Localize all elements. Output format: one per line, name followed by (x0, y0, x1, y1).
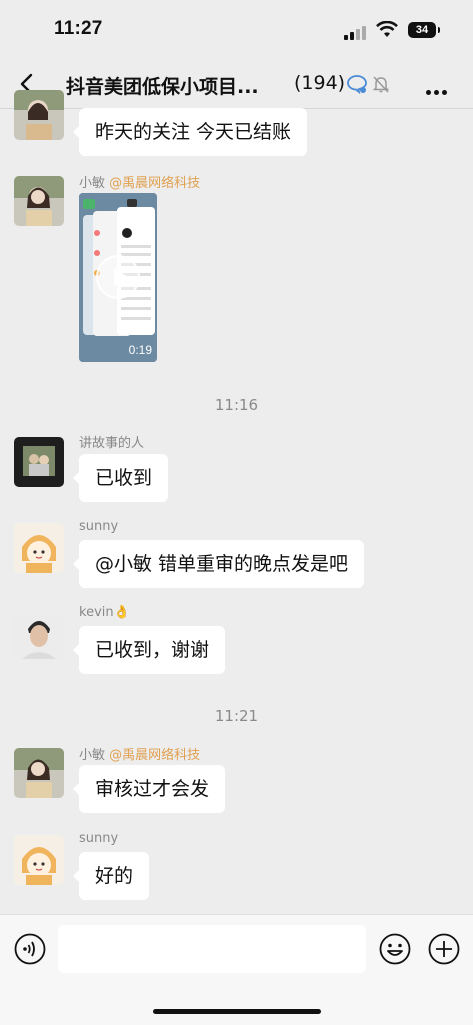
avatar[interactable] (14, 748, 64, 798)
timestamp: 11:21 (214, 707, 259, 725)
status-time: 11:27 (54, 18, 103, 39)
sender-name: 小敏 @禹晨网络科技 (79, 744, 200, 763)
video-message[interactable]: 0:19 (79, 193, 157, 362)
wifi-icon (376, 21, 398, 37)
sender-name: sunny (79, 519, 118, 534)
mute-bell-icon (372, 76, 390, 93)
chat-header: 抖音美团低保小项目... (194) (0, 60, 473, 109)
avatar[interactable] (14, 609, 64, 659)
message-bubble[interactable]: 审核过才会发 (72, 765, 226, 813)
plus-icon[interactable] (428, 933, 460, 965)
sender-label: sunny (79, 831, 119, 846)
message-bubble[interactable]: 已收到，谢谢 (72, 626, 226, 674)
sender-name: 讲故事的人 (79, 432, 144, 451)
sender-name: kevin👌 (79, 605, 130, 620)
avatar[interactable] (14, 523, 64, 573)
video-duration: 0:19 (128, 343, 152, 357)
message-bubble[interactable]: 好的 (72, 852, 150, 900)
avatar[interactable] (14, 437, 64, 487)
voice-icon[interactable] (14, 933, 46, 965)
chat-bubble-icon (347, 75, 367, 94)
sender-org-tag: @禹晨网络科技 (109, 748, 201, 763)
member-count: (194) (294, 72, 346, 94)
emoji-icon[interactable] (379, 933, 411, 965)
avatar[interactable] (14, 176, 64, 226)
input-bar (0, 914, 473, 1025)
message-bubble[interactable]: 已收到 (72, 454, 169, 502)
chat-title: 抖音美团低保小项目... (66, 76, 259, 98)
sender-label: kevin👌 (79, 605, 130, 620)
sender-label: sunny (79, 519, 119, 534)
sender-label: 讲故事的人 (79, 436, 145, 451)
message-bubble[interactable]: @小敏 错单重审的晚点发是吧 (72, 540, 365, 588)
battery-icon: 34 (408, 22, 440, 38)
play-icon[interactable] (96, 255, 140, 299)
status-bar: 11:27 34 (0, 0, 473, 60)
sender-name: 小敏 @禹晨网络科技 (79, 172, 200, 191)
home-indicator (153, 1009, 321, 1014)
timestamp: 11:16 (214, 396, 259, 414)
sender-label: 小敏 (79, 176, 106, 191)
message-input[interactable] (58, 925, 366, 973)
signal-icon (344, 24, 368, 40)
avatar[interactable] (14, 90, 64, 140)
sender-label: 小敏 (79, 748, 106, 763)
more-icon[interactable] (426, 80, 450, 99)
avatar[interactable] (14, 835, 64, 885)
sender-name: sunny (79, 831, 118, 846)
message-bubble[interactable]: 昨天的关注 今天已结账 (72, 108, 308, 156)
sender-org-tag: @禹晨网络科技 (109, 176, 201, 191)
